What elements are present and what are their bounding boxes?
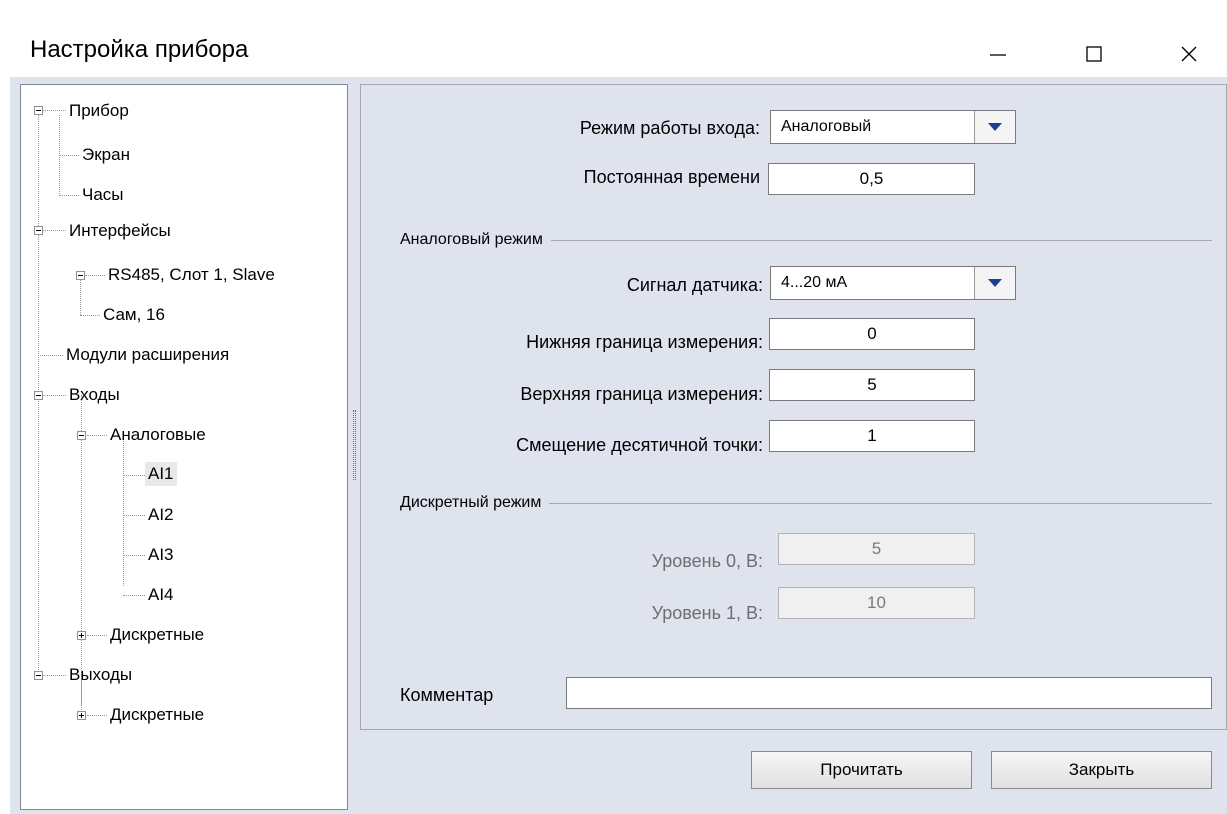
tree-line xyxy=(80,275,81,315)
level1-input[interactable]: 10 xyxy=(778,587,975,619)
discrete-group-title: Дискретный режим xyxy=(400,494,550,512)
tree-line xyxy=(123,515,145,516)
tree-line xyxy=(43,675,66,676)
mode-select[interactable]: Аналоговый xyxy=(770,110,1016,144)
maximize-icon xyxy=(1086,46,1102,62)
tree-item-cam[interactable]: Сам, 16 xyxy=(100,303,168,327)
settings-tree[interactable]: Прибор Экран Часы Интерфейсы RS485, Слот… xyxy=(20,84,348,810)
chevron-down-icon xyxy=(988,279,1002,287)
time-constant-input[interactable]: 0,5 xyxy=(768,163,975,195)
tree-item-ai2[interactable]: AI2 xyxy=(145,503,177,527)
time-constant-label: Постоянная времени xyxy=(583,167,760,187)
tree-item-ai3[interactable]: AI3 xyxy=(145,543,177,567)
analog-group-title: Аналоговый режим xyxy=(400,231,551,249)
mode-select-value: Аналоговый xyxy=(781,118,872,135)
tree-line xyxy=(87,435,107,436)
level0-label: Уровень 0, В: xyxy=(651,551,763,571)
close-button[interactable]: Закрыть xyxy=(991,751,1212,789)
level1-label: Уровень 1, В: xyxy=(651,603,763,623)
collapse-icon[interactable] xyxy=(34,226,43,235)
sensor-signal-value: 4...20 мА xyxy=(781,274,848,291)
tree-item-outputs[interactable]: Выходы xyxy=(66,663,135,687)
top-edge xyxy=(0,0,1227,6)
collapse-icon[interactable] xyxy=(34,391,43,400)
tree-item-inputs[interactable]: Входы xyxy=(66,383,123,407)
dropdown-button[interactable] xyxy=(974,111,1015,143)
minimize-icon xyxy=(990,54,1006,56)
tree-item-device[interactable]: Прибор xyxy=(66,99,132,123)
collapse-icon[interactable] xyxy=(34,671,43,680)
close-icon xyxy=(1181,46,1197,62)
collapse-icon[interactable] xyxy=(34,106,43,115)
sensor-signal-select[interactable]: 4...20 мА xyxy=(770,266,1016,300)
splitter-handle[interactable] xyxy=(353,410,356,480)
tree-item-analog[interactable]: Аналоговые xyxy=(107,423,209,447)
tree-line xyxy=(80,315,100,316)
tree-item-discrete-inputs[interactable]: Дискретные xyxy=(107,623,207,647)
device-settings-window: Настройка прибора Прибор Экран Часы Инте… xyxy=(0,0,1227,814)
collapse-icon[interactable] xyxy=(76,271,85,280)
tree-line xyxy=(123,435,124,586)
tree-line xyxy=(38,355,63,356)
expand-icon[interactable] xyxy=(77,631,86,640)
collapse-icon[interactable] xyxy=(77,431,86,440)
chevron-down-icon xyxy=(988,123,1002,131)
decimal-point-label: Смещение десятичной точки: xyxy=(516,435,763,455)
tree-line xyxy=(87,635,107,636)
tree-line xyxy=(123,595,145,596)
tree-item-screen[interactable]: Экран xyxy=(79,143,133,167)
tree-item-interfaces[interactable]: Интерфейсы xyxy=(66,219,174,243)
upper-limit-label: Верхняя граница измерения: xyxy=(520,384,763,404)
tree-line xyxy=(81,395,82,705)
tree-item-ai1[interactable]: AI1 xyxy=(145,462,177,486)
close-window-button[interactable] xyxy=(1156,24,1222,84)
tree-line xyxy=(43,110,66,111)
tree-line xyxy=(43,230,66,231)
tree-item-ext-modules[interactable]: Модули расширения xyxy=(63,343,232,367)
upper-limit-input[interactable]: 5 xyxy=(769,369,975,401)
tree-line xyxy=(59,195,79,196)
decimal-point-input[interactable]: 1 xyxy=(769,420,975,452)
lower-limit-label: Нижняя граница измерения: xyxy=(526,332,763,352)
dropdown-button[interactable] xyxy=(974,267,1015,299)
lower-limit-input[interactable]: 0 xyxy=(769,318,975,350)
tree-line xyxy=(123,475,145,476)
minimize-button[interactable] xyxy=(965,24,1031,84)
comment-input[interactable] xyxy=(566,677,1212,709)
tree-line xyxy=(59,155,79,156)
sensor-signal-label: Сигнал датчика: xyxy=(626,275,763,295)
level0-input[interactable]: 5 xyxy=(778,533,975,565)
tree-item-ai4[interactable]: AI4 xyxy=(145,583,177,607)
tree-line xyxy=(87,715,107,716)
window-title: Настройка прибора xyxy=(30,36,249,63)
tree-item-discrete-outputs[interactable]: Дискретные xyxy=(107,703,207,727)
read-button[interactable]: Прочитать xyxy=(751,751,972,789)
tree-line xyxy=(85,275,105,276)
tree-line xyxy=(43,395,66,396)
tree-line xyxy=(123,555,145,556)
maximize-button[interactable] xyxy=(1061,24,1127,84)
mode-label: Режим работы входа: xyxy=(579,118,760,138)
title-bar: Настройка прибора xyxy=(0,12,1227,76)
comment-label: Комментар xyxy=(400,685,494,705)
tree-item-rs485[interactable]: RS485, Слот 1, Slave xyxy=(105,263,278,287)
tree-item-clock[interactable]: Часы xyxy=(79,183,127,207)
expand-icon[interactable] xyxy=(77,711,86,720)
